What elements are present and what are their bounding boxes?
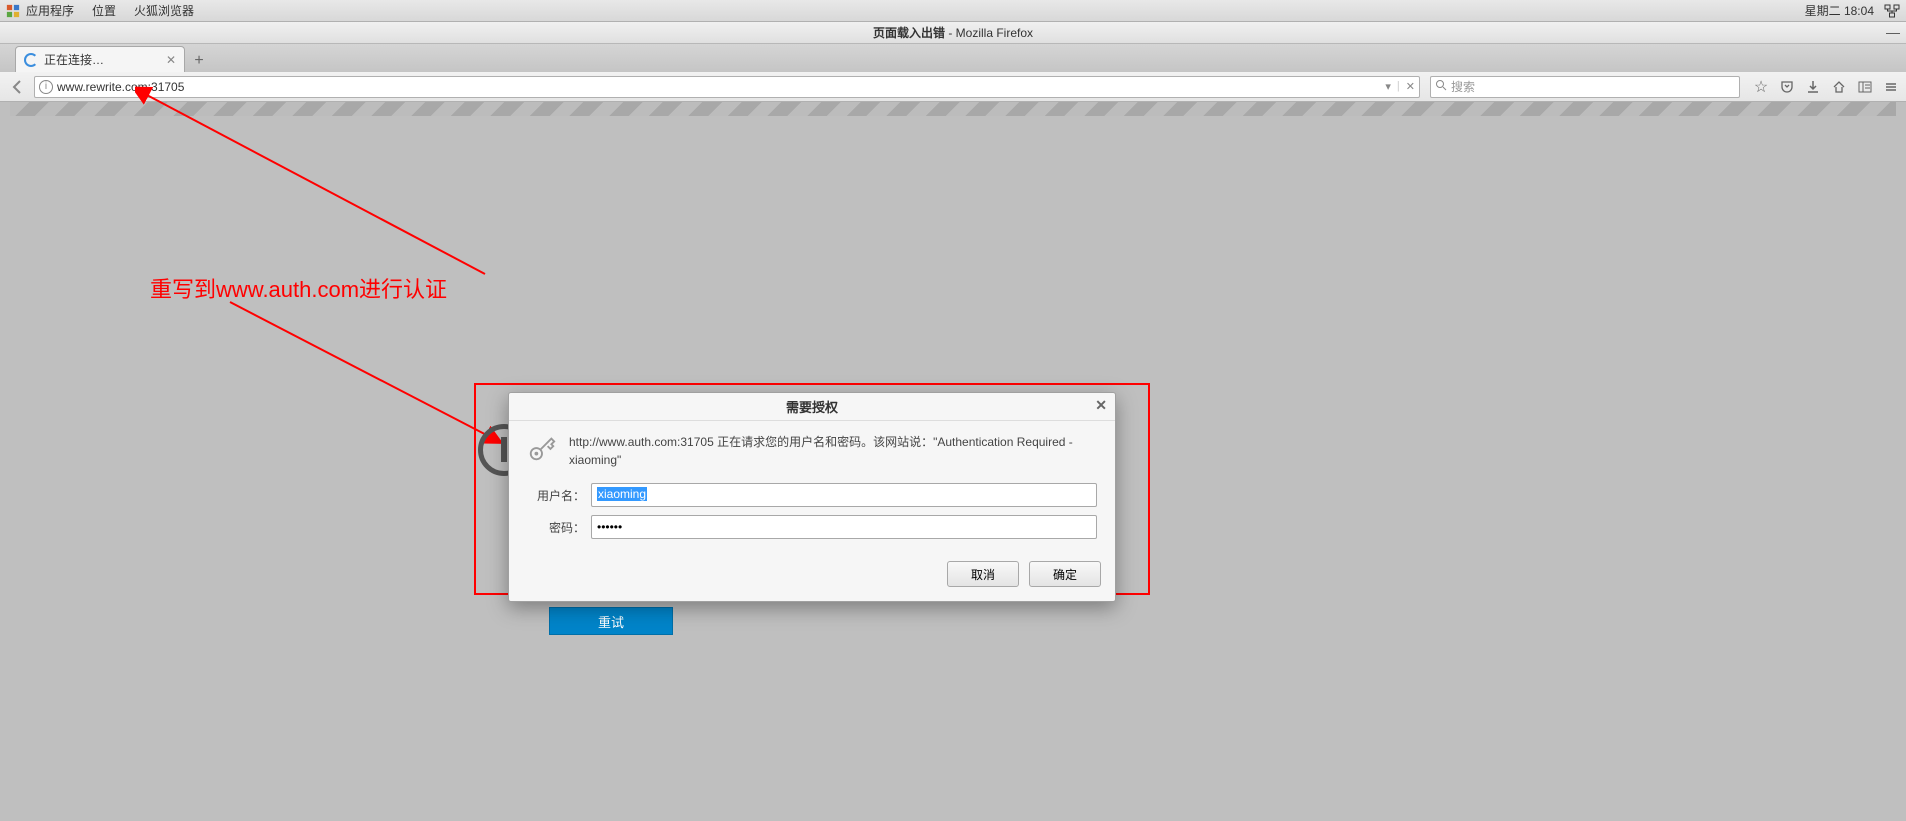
window-title: 页面载入出错 - Mozilla Firefox [873,24,1033,41]
url-bar[interactable]: i www.rewrite.com:31705 ▾ | ✕ [34,76,1420,98]
pocket-icon[interactable] [1778,78,1796,96]
ok-button[interactable]: 确定 [1029,561,1101,587]
home-icon[interactable] [1830,78,1848,96]
dialog-message: http://www.auth.com:31705 正在请求您的用户名和密码。该… [569,433,1097,469]
system-clock: 星期二 18:04 [1805,2,1874,19]
cancel-button[interactable]: 取消 [947,561,1019,587]
bookmark-star-icon[interactable]: ☆ [1752,78,1770,96]
system-menu-bar: 应用程序 位置 火狐浏览器 星期二 18:04 [0,0,1906,22]
password-label: 密码： [527,519,585,536]
navigation-toolbar: i www.rewrite.com:31705 ▾ | ✕ 搜索 ☆ [0,72,1906,102]
auth-dialog: 需要授权 ✕ http://www.auth.com:31705 正在请求您的用… [508,392,1116,602]
tab-strip: 正在连接… ✕ + [0,44,1906,72]
annotation-text: 重写到www.auth.com进行认证 [150,272,447,304]
search-bar[interactable]: 搜索 [1430,76,1740,98]
menu-icon[interactable] [1882,78,1900,96]
search-icon [1435,79,1447,94]
dialog-title-bar: 需要授权 ✕ [509,393,1115,421]
password-input[interactable] [591,515,1097,539]
dialog-close-button[interactable]: ✕ [1095,397,1107,414]
new-tab-button[interactable]: + [187,50,211,72]
retry-button[interactable]: 重试 [549,607,673,635]
menu-applications[interactable]: 应用程序 [26,2,74,19]
window-minimize-button[interactable]: — [1886,24,1900,40]
url-text: www.rewrite.com:31705 [57,80,1385,94]
system-app-icon [6,4,20,18]
loading-stripe [10,102,1896,116]
site-info-icon[interactable]: i [39,80,53,94]
username-input[interactable]: xiaoming [591,483,1097,507]
browser-tab[interactable]: 正在连接… ✕ [15,46,185,72]
username-label: 用户名： [527,487,585,504]
annotation-arrow-2 [220,292,510,452]
tab-close-button[interactable]: ✕ [166,53,176,67]
url-dropdown-icon[interactable]: ▾ [1385,80,1391,93]
sidebar-icon[interactable] [1856,78,1874,96]
menu-places[interactable]: 位置 [92,2,116,19]
downloads-icon[interactable] [1804,78,1822,96]
key-icon [527,433,557,469]
page-content: 重写到www.auth.com进行认证 重试 需要授权 ✕ http://www… [0,102,1906,821]
window-title-bar: 页面载入出错 - Mozilla Firefox — [0,22,1906,44]
back-button[interactable] [6,75,30,99]
network-icon[interactable] [1884,3,1900,19]
tab-label: 正在连接… [44,51,104,68]
menu-firefox[interactable]: 火狐浏览器 [134,2,194,19]
loading-spinner-icon [24,53,38,67]
dialog-title-text: 需要授权 [786,397,838,416]
url-stop-icon[interactable]: ✕ [1406,80,1415,93]
search-placeholder: 搜索 [1451,78,1475,95]
